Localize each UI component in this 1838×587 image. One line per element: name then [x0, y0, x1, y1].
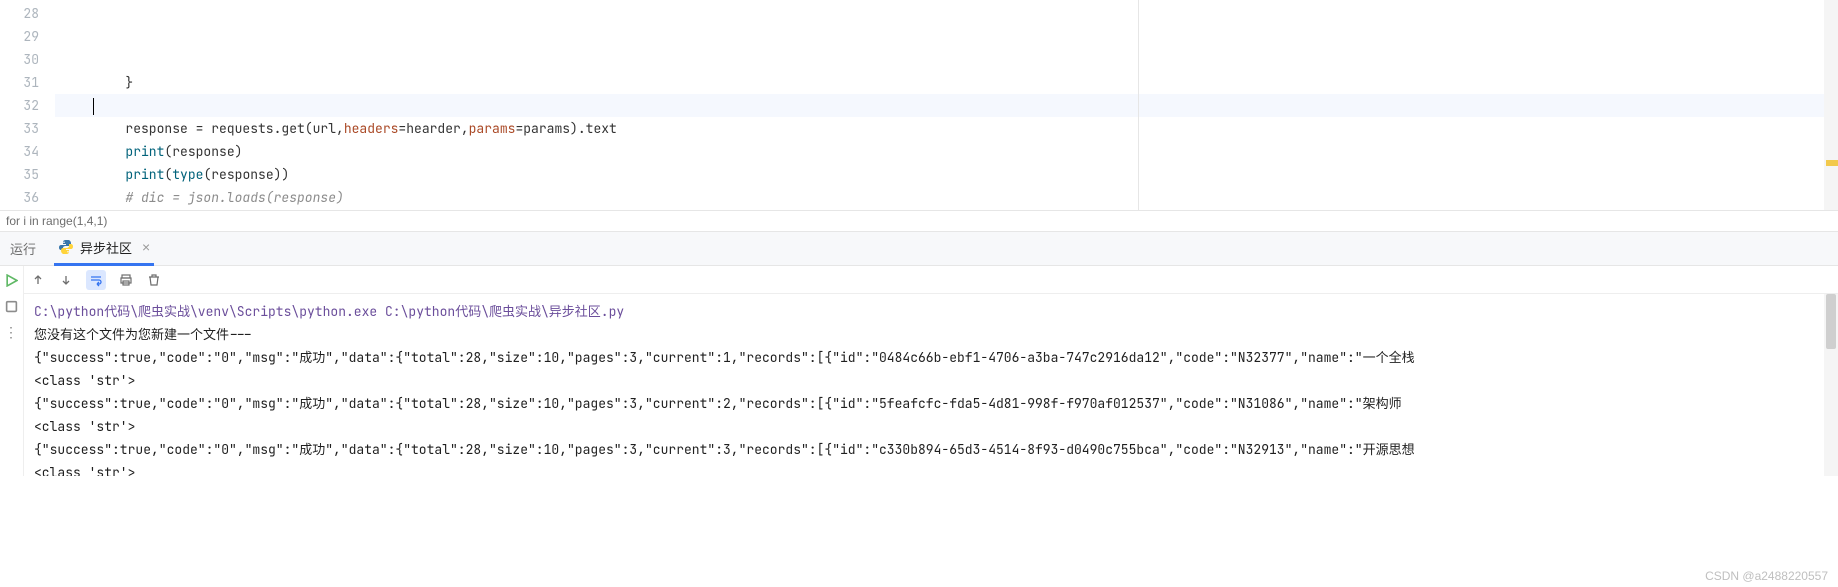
scroll-down-icon[interactable] [58, 272, 74, 288]
text-cursor [93, 98, 94, 115]
console-scrollbar-thumb[interactable] [1826, 294, 1836, 349]
code-line[interactable]: # dic = json.loads(response) [55, 186, 1838, 209]
output-line: {"success":true,"code":"0","msg":"成功","d… [34, 346, 1828, 369]
breadcrumb[interactable]: for i in range(1,4,1) [0, 210, 1838, 232]
run-tool-window-tabs: 运行 异步社区 × [0, 232, 1838, 266]
run-tab-label: 异步社区 [80, 238, 132, 257]
console-panel: ⋮ C:\python代码\爬虫实战\venv\Scripts\python.e… [0, 266, 1838, 476]
console-scrollbar[interactable] [1824, 294, 1838, 476]
output-line: 您没有这个文件为您新建一个文件--- [34, 323, 1828, 346]
warning-marker[interactable] [1826, 160, 1838, 166]
print-icon[interactable] [118, 272, 134, 288]
console-output[interactable]: C:\python代码\爬虫实战\venv\Scripts\python.exe… [24, 294, 1838, 476]
delete-icon[interactable] [146, 272, 162, 288]
run-panel-label: 运行 [10, 239, 36, 258]
watermark: CSDN @a2488220557 [1705, 569, 1828, 583]
output-line: {"success":true,"code":"0","msg":"成功","d… [34, 392, 1828, 415]
output-line: <class 'str'> [34, 369, 1828, 392]
output-line: {"success":true,"code":"0","msg":"成功","d… [34, 438, 1828, 461]
soft-wrap-icon[interactable] [86, 270, 106, 290]
code-line[interactable]: } [55, 71, 1838, 94]
console-left-toolbar: ⋮ [0, 266, 24, 476]
code-line[interactable]: print(type(response)) [55, 163, 1838, 186]
code-line[interactable]: # # print(dic) [55, 209, 1838, 210]
right-margin-line [1138, 0, 1139, 210]
command-line: C:\python代码\爬虫实战\venv\Scripts\python.exe… [34, 300, 1828, 323]
scroll-up-icon[interactable] [30, 272, 46, 288]
close-icon[interactable]: × [142, 239, 150, 255]
more-options-icon[interactable]: ⋮ [4, 324, 20, 340]
python-file-icon [58, 239, 74, 255]
code-line[interactable]: print(response) [55, 140, 1838, 163]
run-tab-active[interactable]: 异步社区 × [54, 232, 154, 266]
line-gutter: 28293031323334353637 [0, 0, 55, 210]
stop-icon[interactable] [4, 298, 20, 314]
code-content[interactable]: } response = requests.get(url,headers=he… [55, 0, 1838, 210]
output-line: <class 'str'> [34, 415, 1828, 438]
console-top-toolbar [24, 266, 1838, 294]
rerun-icon[interactable] [4, 272, 20, 288]
editor-scrollbar[interactable] [1824, 0, 1838, 210]
code-line[interactable]: response = requests.get(url,headers=hear… [55, 117, 1838, 140]
output-line: <class 'str'> [34, 461, 1828, 476]
code-editor[interactable]: 28293031323334353637 } response = reques… [0, 0, 1838, 210]
code-line[interactable] [55, 94, 1838, 117]
